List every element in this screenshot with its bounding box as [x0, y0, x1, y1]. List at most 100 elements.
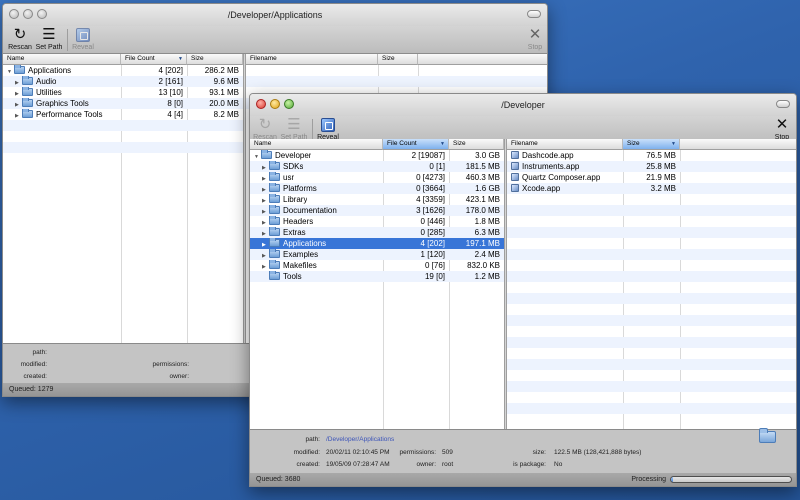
toolbar-separator: [312, 119, 313, 141]
tree-row[interactable]: ▼ Developer 2 [19087] 3.0 GB: [250, 150, 504, 161]
disclosure-closed-icon[interactable]: ▶: [262, 240, 269, 249]
disclosure-closed-icon[interactable]: ▶: [262, 163, 269, 172]
owner-value: root: [442, 461, 454, 468]
tree-row[interactable]: ▶ Platforms 0 [3664] 1.6 GB: [250, 183, 504, 194]
column-header-size-files[interactable]: Size ▼: [623, 139, 680, 150]
folder-tree[interactable]: ▼ Applications 4 [202] 286.2 MB ▶ Audio 2 …: [3, 65, 243, 343]
toolbar-toggle-button[interactable]: [776, 100, 790, 108]
close-window-button[interactable]: [9, 9, 19, 19]
disclosure-closed-icon[interactable]: ▶: [262, 218, 269, 227]
queued-status: Queued: 1279: [9, 386, 54, 393]
front-window: /Developer ↻ Rescan ☰ Set Path Reveal ✕ …: [249, 93, 797, 487]
disclosure-closed-icon[interactable]: ▶: [262, 229, 269, 238]
tree-row-selected[interactable]: ▶ Applications 4 [202] 197.1 MB: [250, 238, 504, 249]
tree-row[interactable]: ▶ Documentation 3 [1626] 178.0 MB: [250, 205, 504, 216]
tree-row[interactable]: ▶ Makefiles 0 [76] 832.0 KB: [250, 260, 504, 271]
file-row[interactable]: Instruments.app 25.8 MB: [507, 161, 796, 172]
rescan-button[interactable]: ↻ Rescan: [7, 26, 33, 51]
disclosure-closed-icon[interactable]: ▶: [15, 111, 22, 120]
tree-row[interactable]: ▶ Utilities 13 [10] 93.1 MB: [3, 87, 243, 98]
status-bar: Queued: 3680 Processing: [250, 473, 796, 486]
refresh-icon: ↻: [13, 26, 27, 43]
disclosure-closed-icon[interactable]: ▶: [15, 78, 22, 87]
folder-icon: [269, 161, 280, 170]
created-label: created:: [23, 373, 48, 380]
file-row[interactable]: Xcode.app 3.2 MB: [507, 183, 796, 194]
tree-row[interactable]: ▼ Applications 4 [202] 286.2 MB: [3, 65, 243, 76]
tree-row[interactable]: Tools 19 [0] 1.2 MB: [250, 271, 504, 282]
queued-status: Queued: 3680: [256, 476, 301, 483]
permissions-value: 509: [442, 449, 453, 456]
dashcode-app-icon: [511, 151, 519, 159]
folder-icon: [269, 249, 280, 258]
column-header-file-count[interactable]: File Count ▼: [383, 139, 449, 150]
file-row[interactable]: Quartz Composer.app 21.9 MB: [507, 172, 796, 183]
disclosure-closed-icon[interactable]: ▶: [262, 185, 269, 194]
tree-row[interactable]: ▶ Performance Tools 4 [4] 8.2 MB: [3, 109, 243, 120]
tree-row[interactable]: ▶ Audio 2 [161] 9.6 MB: [3, 76, 243, 87]
folder-icon: [261, 150, 272, 159]
column-header-file-count[interactable]: File Count ▼: [121, 54, 187, 65]
column-header-size[interactable]: Size: [449, 139, 504, 150]
disclosure-open-icon[interactable]: ▼: [7, 67, 14, 76]
size-label: size:: [532, 449, 546, 456]
column-header-spacer: [680, 139, 796, 150]
tree-row[interactable]: ▶ usr 0 [4273] 460.3 MB: [250, 172, 504, 183]
reveal-button[interactable]: Reveal: [71, 26, 95, 51]
tree-row[interactable]: ▶ Headers 0 [446] 1.8 MB: [250, 216, 504, 227]
disclosure-closed-icon[interactable]: ▶: [15, 89, 22, 98]
finder-icon: [321, 118, 335, 132]
disclosure-open-icon[interactable]: ▼: [254, 152, 261, 161]
minimize-window-button[interactable]: [270, 99, 280, 109]
tree-row[interactable]: ▶ SDKs 0 [1] 181.5 MB: [250, 161, 504, 172]
disclosure-closed-icon[interactable]: ▶: [262, 207, 269, 216]
modified-label: modified:: [20, 361, 47, 368]
window-title: /Developer/Applications: [227, 10, 323, 20]
folder-icon: [759, 428, 776, 443]
stop-x-icon: ✕: [775, 116, 789, 133]
column-header-filename[interactable]: Filename: [246, 54, 378, 65]
disclosure-closed-icon[interactable]: ▶: [262, 196, 269, 205]
column-header-name[interactable]: Name: [250, 139, 383, 150]
back-window-titlebar[interactable]: /Developer/Applications: [3, 4, 547, 26]
path-label: path:: [305, 436, 320, 443]
owner-label: owner:: [416, 461, 436, 468]
modified-value: 20/02/11 02:10:45 PM: [326, 449, 390, 456]
created-value: 19/05/09 07:28:47 AM: [326, 461, 390, 468]
front-window-titlebar[interactable]: /Developer: [250, 94, 796, 116]
xcode-app-icon: [511, 184, 519, 192]
disclosure-closed-icon[interactable]: ▶: [262, 174, 269, 183]
path-label: path:: [32, 349, 47, 356]
column-header-size-files[interactable]: Size: [378, 54, 418, 65]
is-package-label: is package:: [513, 461, 546, 468]
folder-tree[interactable]: ▼ Developer 2 [19087] 3.0 GB ▶ SDKs 0 [1] …: [250, 150, 504, 429]
path-value[interactable]: /Developer/Applications: [326, 436, 394, 443]
column-header-size[interactable]: Size: [187, 54, 243, 65]
column-header-name[interactable]: Name: [3, 54, 121, 65]
set-path-button[interactable]: ☰ Set Path: [35, 26, 63, 51]
toolbar-toggle-button[interactable]: [527, 10, 541, 18]
zoom-window-button[interactable]: [284, 99, 294, 109]
tree-row[interactable]: ▶ Examples 1 [120] 2.4 MB: [250, 249, 504, 260]
stop-button[interactable]: ✕ Stop: [523, 26, 547, 51]
permissions-label: permissions:: [399, 449, 436, 456]
tree-row[interactable]: ▶ Library 4 [3359] 423.1 MB: [250, 194, 504, 205]
list-lines-icon: ☰: [287, 116, 301, 133]
tree-row[interactable]: ▶ Extras 0 [285] 6.3 MB: [250, 227, 504, 238]
column-header-filename[interactable]: Filename: [507, 139, 623, 150]
zoom-window-button[interactable]: [37, 9, 47, 19]
disclosure-closed-icon[interactable]: ▶: [15, 100, 22, 109]
file-list[interactable]: Dashcode.app 76.5 MB Instruments.app 25.…: [507, 150, 796, 429]
folder-icon: [269, 216, 280, 225]
file-row[interactable]: Dashcode.app 76.5 MB: [507, 150, 796, 161]
minimize-window-button[interactable]: [23, 9, 33, 19]
tree-row[interactable]: ▶ Graphics Tools 8 [0] 20.0 MB: [3, 98, 243, 109]
reveal-button[interactable]: Reveal: [316, 116, 340, 141]
quartz-composer-app-icon: [511, 173, 519, 181]
disclosure-closed-icon[interactable]: ▶: [262, 262, 269, 271]
disclosure-closed-icon[interactable]: ▶: [262, 251, 269, 260]
close-window-button[interactable]: [256, 99, 266, 109]
set-path-button[interactable]: ☰ Set Path: [280, 116, 308, 141]
rescan-button[interactable]: ↻ Rescan: [252, 116, 278, 141]
stop-button[interactable]: ✕ Stop: [770, 116, 794, 141]
